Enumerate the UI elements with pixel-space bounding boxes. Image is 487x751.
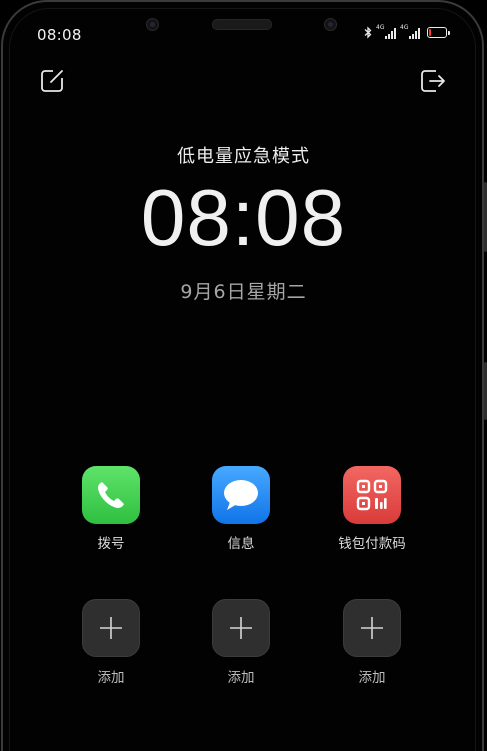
add-slot-button[interactable] — [343, 599, 401, 657]
plus-icon — [361, 617, 383, 639]
add-slot-button[interactable] — [212, 599, 270, 657]
exit-icon[interactable] — [420, 68, 446, 94]
signal-icon: 4G — [376, 23, 396, 39]
battery-fill — [429, 29, 431, 36]
app-label: 拨号 — [97, 536, 125, 552]
signal-icon: 4G — [400, 23, 420, 39]
app-wallet-pay-code[interactable]: 钱包付款码 — [312, 466, 432, 552]
message-app-icon[interactable] — [212, 466, 270, 524]
low-power-lock-screen: 08:08 4G 4G 低电量应急模式 08:08 9月6日星期二 拨号 信息 … — [0, 0, 487, 751]
bluetooth-icon — [364, 26, 372, 39]
status-icons: 4G 4G — [364, 23, 450, 39]
message-icon — [224, 480, 258, 510]
plus-icon — [100, 617, 122, 639]
add-slot-button[interactable] — [82, 599, 140, 657]
add-slot[interactable]: 添加 — [51, 599, 171, 686]
add-slot-label: 添加 — [227, 670, 255, 686]
phone-app-icon[interactable] — [82, 466, 140, 524]
add-slot[interactable]: 添加 — [312, 599, 432, 686]
app-messages[interactable]: 信息 — [181, 466, 301, 552]
lock-clock: 08:08 — [140, 173, 347, 262]
status-time: 08:08 — [37, 26, 82, 44]
app-label: 钱包付款码 — [338, 536, 406, 552]
mode-title: 低电量应急模式 — [177, 146, 310, 167]
wallet-app-icon[interactable] — [343, 466, 401, 524]
edit-icon[interactable] — [40, 68, 66, 94]
app-label: 信息 — [227, 536, 255, 552]
earpiece-speaker — [212, 19, 272, 30]
front-sensor — [324, 18, 337, 31]
add-slot-label: 添加 — [97, 670, 125, 686]
front-camera — [146, 18, 159, 31]
lock-date: 9月6日星期二 — [180, 281, 307, 303]
qr-code-icon — [356, 479, 388, 511]
phone-icon — [98, 482, 124, 508]
network-type-label: 4G — [400, 23, 409, 31]
app-dialer[interactable]: 拨号 — [51, 466, 171, 552]
battery-icon — [427, 27, 450, 38]
add-slot[interactable]: 添加 — [181, 599, 301, 686]
network-type-label: 4G — [376, 23, 385, 31]
add-slot-label: 添加 — [358, 670, 386, 686]
plus-icon — [230, 617, 252, 639]
